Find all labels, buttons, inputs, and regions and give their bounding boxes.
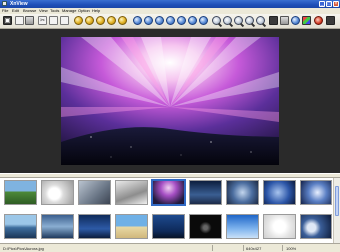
minimize-button[interactable]: _ — [319, 1, 325, 7]
thumbnail-item[interactable] — [78, 180, 111, 205]
copy-icon[interactable] — [49, 16, 58, 25]
thumbnail-item[interactable] — [78, 214, 111, 239]
thumbnail-item[interactable] — [115, 214, 148, 239]
thumbnail-item[interactable] — [226, 180, 259, 205]
save-icon[interactable] — [25, 16, 34, 25]
flip-icon[interactable] — [166, 16, 175, 25]
title-bar: XnView _ □ × — [0, 0, 340, 8]
window-title: XnView — [10, 1, 28, 7]
rotate-left-icon[interactable] — [144, 16, 153, 25]
browse-icon[interactable] — [15, 16, 24, 25]
thumbnail-item[interactable] — [41, 214, 74, 239]
maximize-icon: □ — [327, 1, 331, 7]
thumbnail-item[interactable] — [152, 214, 185, 239]
status-dimensions: 640x427 — [246, 246, 262, 251]
minimize-icon: _ — [320, 1, 324, 7]
thumbnail-item[interactable] — [300, 214, 332, 239]
next-image-icon[interactable] — [96, 16, 105, 25]
aurora-image — [61, 37, 279, 165]
last-image-icon[interactable] — [107, 16, 116, 25]
zoom-in-icon[interactable] — [212, 16, 221, 25]
exit-icon[interactable] — [314, 16, 323, 25]
refresh-icon[interactable] — [133, 16, 142, 25]
image-viewer[interactable] — [0, 29, 340, 173]
mirror-icon[interactable] — [177, 16, 186, 25]
thumbnail-scrollbar[interactable] — [333, 178, 340, 243]
filter-icon[interactable] — [302, 16, 311, 25]
thumbnail-item[interactable] — [4, 180, 37, 205]
previous-image-icon[interactable] — [85, 16, 94, 25]
thumbnail-item[interactable] — [41, 180, 74, 205]
help-icon[interactable] — [326, 16, 335, 25]
status-zoom: 100% — [286, 246, 297, 251]
thumbnail-item[interactable] — [226, 214, 259, 239]
thumbnail-item[interactable] — [189, 180, 222, 205]
thumbnail-item[interactable] — [300, 180, 332, 205]
resize-icon[interactable] — [199, 16, 208, 25]
zoom-actual-icon[interactable] — [245, 16, 254, 25]
open-icon[interactable]: ▣ — [3, 16, 12, 25]
app-icon — [2, 1, 7, 6]
maximize-button[interactable]: □ — [326, 1, 332, 7]
thumbnail-strip — [0, 178, 340, 243]
thumbnail-item[interactable] — [152, 180, 185, 205]
first-image-icon[interactable] — [74, 16, 83, 25]
close-icon: × — [334, 1, 338, 7]
rotate-right-icon[interactable] — [155, 16, 164, 25]
thumbnail-item[interactable] — [263, 180, 296, 205]
status-bar: D:\Pics\Pics\Aurora.jpg 640x427 100% — [0, 243, 340, 252]
cut-icon[interactable]: ✂ — [38, 16, 47, 25]
zoom-full-icon[interactable] — [256, 16, 265, 25]
status-file-path: D:\Pics\Pics\Aurora.jpg — [3, 246, 44, 251]
thumbnail-item[interactable] — [263, 214, 296, 239]
scrollbar-thumb[interactable] — [335, 186, 339, 216]
thumbnail-item[interactable] — [189, 214, 222, 239]
close-button[interactable]: × — [333, 1, 339, 7]
thumbnail-item[interactable] — [115, 180, 148, 205]
slideshow-icon[interactable] — [118, 16, 127, 25]
paste-icon[interactable] — [60, 16, 69, 25]
status-separator — [282, 245, 283, 251]
status-separator — [212, 245, 213, 251]
adjust-icon[interactable] — [280, 16, 289, 25]
zoom-out-icon[interactable] — [223, 16, 232, 25]
thumbnail-item[interactable] — [4, 214, 37, 239]
toolbar: ▣ ✂ — [0, 14, 340, 29]
fullscreen-icon[interactable] — [269, 16, 278, 25]
status-separator — [243, 245, 244, 251]
crop-icon[interactable] — [188, 16, 197, 25]
zoom-fit-icon[interactable] — [234, 16, 243, 25]
color-icon[interactable] — [291, 16, 300, 25]
